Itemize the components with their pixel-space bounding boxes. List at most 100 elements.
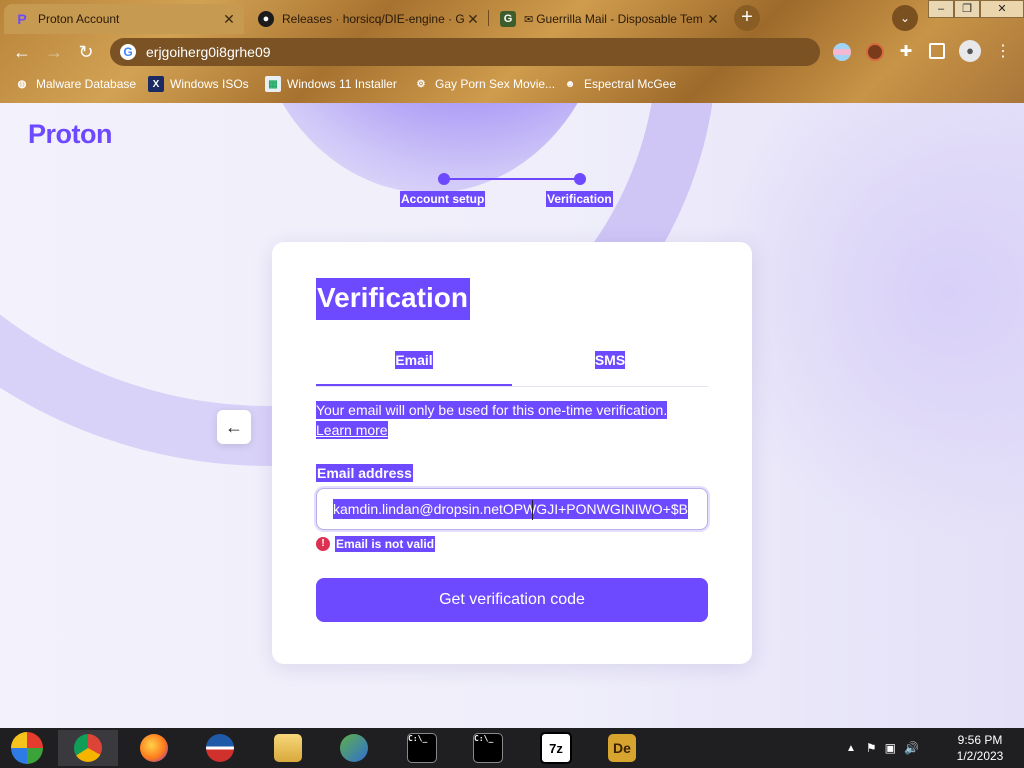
tab-title: Guerrilla Mail - Disposable Tem (536, 12, 703, 26)
show-hidden-icons-icon[interactable]: ▲ (846, 743, 856, 754)
bookmark-espectral-mcgee[interactable]: ☻ Espectral McGee (562, 76, 676, 92)
step-label-verification: Verification (546, 191, 613, 207)
google-icon: G (120, 44, 136, 60)
address-bar[interactable]: G erjgoiherg0i8grhe09 (110, 38, 820, 66)
system-tray: ▲ ⚑ ▣ 🔊 (846, 728, 919, 768)
taskbar-die[interactable]: De (592, 730, 652, 766)
tab-label: SMS (594, 351, 626, 369)
bookmark-label: Gay Porn Sex Movie... (435, 77, 556, 91)
verification-card: Verification Email SMS Your email will o… (272, 242, 752, 664)
step-dot-verification (574, 173, 586, 185)
back-icon[interactable]: ← (10, 40, 34, 64)
new-tab-button[interactable]: + (734, 5, 760, 31)
system-clock[interactable]: 9:56 PM 1/2/2023 (950, 732, 1010, 764)
browser-toolbar: ← → ↻ G erjgoiherg0i8grhe09 ✚ ● ⋮ (0, 34, 1024, 70)
network-status-icon[interactable]: ▣ (885, 741, 896, 755)
close-tab-icon[interactable]: ✕ (220, 11, 238, 28)
taskbar-obama[interactable] (190, 730, 250, 766)
bookmark-malware-database[interactable]: ◍ Malware Database (14, 76, 136, 92)
proton-page: Proton Account setup Verification ← Veri… (0, 103, 1024, 728)
close-tab-icon[interactable]: ✕ (464, 11, 482, 28)
side-panel-icon[interactable] (929, 43, 945, 59)
tab-proton-account[interactable]: P Proton Account ✕ (4, 4, 244, 34)
folder-icon (274, 734, 302, 762)
windows-isos-icon: X (148, 76, 164, 92)
extension-flag-icon[interactable] (833, 43, 851, 61)
tab-email[interactable]: Email (316, 351, 512, 386)
taskbar-cmd-1[interactable]: C:\_ (392, 730, 452, 766)
taskbar-network[interactable] (324, 730, 384, 766)
github-icon: ● (258, 11, 274, 27)
minimize-button[interactable]: – (928, 0, 954, 18)
tab-strip: P Proton Account ✕ ● Releases · horsicq/… (0, 0, 1024, 34)
email-field[interactable]: kamdin.lindan@dropsin.netOPWGJI+PONWGINI… (316, 488, 708, 530)
clock-date: 1/2/2023 (956, 749, 1004, 763)
windows-start-icon (11, 732, 43, 764)
bookmarks-bar: ◍ Malware Database X Windows ISOs ▦ Wind… (0, 72, 1024, 96)
tab-search-icon[interactable]: ⌄ (892, 5, 918, 31)
terminal-icon: C:\_ (407, 733, 437, 763)
forward-icon[interactable]: → (42, 40, 66, 64)
mail-icon: ✉ (524, 13, 534, 26)
arrow-left-icon: ← (225, 417, 243, 437)
email-field-value: kamdin.lindan@dropsin.netOPWGJI+PONWGINI… (333, 499, 688, 519)
globe-icon: ◍ (17, 78, 27, 90)
terminal-icon: C:\_ (473, 733, 503, 763)
7zip-icon: 7z (540, 732, 572, 764)
bookmark-label: Malware Database (36, 77, 137, 91)
maximize-button[interactable]: ❐ (954, 0, 980, 18)
bookmark-movie-site[interactable]: ⚙ Gay Porn Sex Movie... (413, 76, 556, 92)
obama-logo-icon (206, 734, 234, 762)
close-tab-icon[interactable]: ✕ (704, 11, 722, 28)
bookmark-label: Windows 11 Installer (287, 77, 397, 91)
info-text: Your email will only be used for this on… (316, 400, 708, 440)
character-icon: ☻ (564, 78, 576, 90)
proton-logo[interactable]: Proton (28, 119, 113, 150)
taskbar-cmd-2[interactable]: C:\_ (458, 730, 518, 766)
start-button[interactable] (0, 730, 54, 766)
tab-releases[interactable]: ● Releases · horsicq/DIE-engine · G ✕ (248, 4, 488, 34)
back-arrow-button[interactable]: ← (217, 410, 251, 444)
profile-avatar-icon[interactable]: ● (959, 40, 981, 62)
tab-label: Email (395, 351, 433, 369)
card-title: Verification (316, 278, 470, 320)
bookmark-windows-11-installer[interactable]: ▦ Windows 11 Installer (265, 76, 397, 92)
learn-more-link[interactable]: Learn more (316, 421, 388, 439)
text-cursor-icon (532, 500, 533, 520)
taskbar-7zip[interactable]: 7z (526, 730, 586, 766)
progress-steps: Account setup Verification (400, 173, 620, 213)
taskbar-file-explorer[interactable] (258, 730, 318, 766)
verification-method-tabs: Email SMS (316, 351, 708, 387)
reload-icon[interactable]: ↻ (74, 40, 98, 64)
tab-guerrilla-mail[interactable]: G ✉ Guerrilla Mail - Disposable Tem ✕ (490, 4, 728, 34)
step-dot-account-setup (438, 173, 450, 185)
browser-chrome: P Proton Account ✕ ● Releases · horsicq/… (0, 0, 1024, 103)
volume-icon[interactable]: 🔊 (904, 741, 919, 755)
action-center-flag-icon[interactable]: ⚑ (866, 741, 877, 755)
taskbar-chrome[interactable] (58, 730, 118, 766)
step-label-account-setup: Account setup (400, 191, 486, 207)
proton-favicon-icon: P (17, 11, 27, 27)
email-error: ! Email is not valid (316, 536, 436, 552)
kebab-menu-icon[interactable]: ⋮ (994, 43, 1012, 61)
windows-taskbar: C:\_ C:\_ 7z De ▲ ⚑ ▣ 🔊 9:56 PM 1/2/2023 (0, 728, 1024, 768)
close-window-button[interactable]: ✕ (980, 0, 1024, 18)
profile-extension-icon[interactable] (866, 43, 884, 61)
email-address-label: Email address (316, 464, 413, 482)
clock-time: 9:56 PM (957, 733, 1003, 747)
error-message: Email is not valid (335, 536, 436, 552)
tab-separator (488, 10, 489, 26)
tab-title: Releases · horsicq/DIE-engine · G (282, 12, 464, 26)
die-icon: De (608, 734, 636, 762)
step-connector (450, 178, 580, 180)
get-verification-code-button[interactable]: Get verification code (316, 578, 708, 622)
extensions-puzzle-icon[interactable]: ✚ (897, 43, 915, 61)
tab-title: Proton Account (38, 12, 120, 26)
taskbar-firefox[interactable] (124, 730, 184, 766)
bookmark-windows-isos[interactable]: X Windows ISOs (148, 76, 249, 92)
chrome-icon (74, 734, 102, 762)
tab-sms[interactable]: SMS (512, 351, 708, 384)
image-file-icon: ▦ (265, 76, 281, 92)
bookmark-label: Espectral McGee (584, 77, 677, 91)
info-message: Your email will only be used for this on… (316, 401, 668, 419)
